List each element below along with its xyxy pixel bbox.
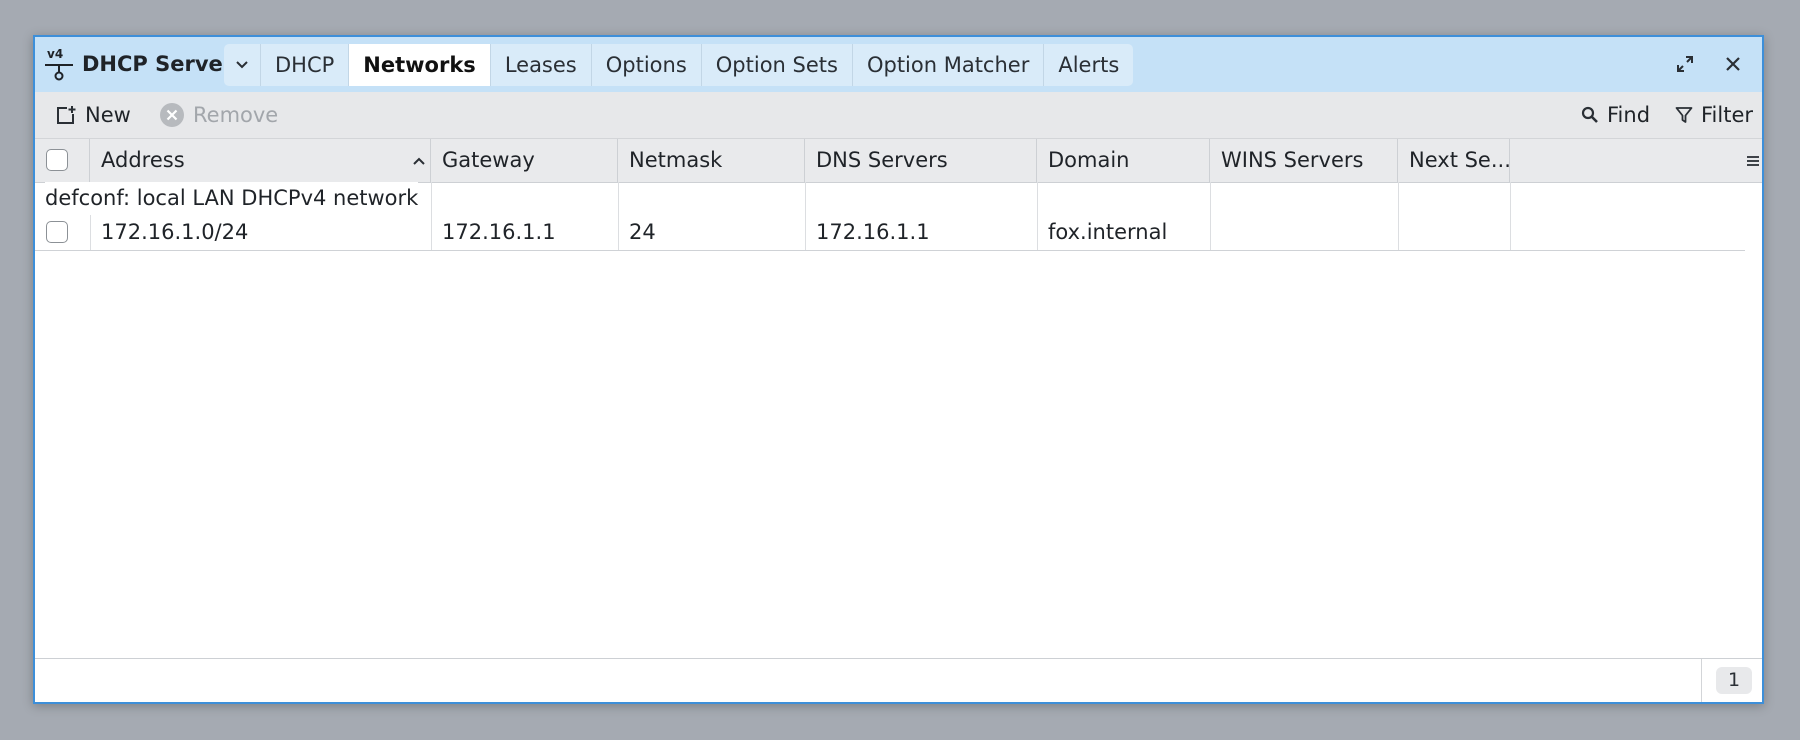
column-header-next-server[interactable]: Next Se... bbox=[1398, 139, 1510, 182]
remove-button-label: Remove bbox=[193, 103, 279, 127]
search-icon bbox=[1581, 106, 1598, 123]
remove-icon bbox=[160, 103, 184, 127]
column-header-address[interactable]: Address bbox=[90, 139, 431, 182]
group-label: defconf: local LAN DHCPv4 network bbox=[45, 182, 419, 215]
column-header-domain[interactable]: Domain bbox=[1037, 139, 1210, 182]
tab-menu-dropdown[interactable] bbox=[224, 44, 261, 86]
svg-text:v4: v4 bbox=[47, 47, 63, 61]
find-button[interactable]: Find bbox=[1581, 92, 1650, 138]
group-row: defconf: local LAN DHCPv4 network bbox=[35, 182, 1745, 215]
status-footer: 1 bbox=[35, 658, 1762, 702]
footer-divider bbox=[1701, 659, 1702, 702]
new-button-label: New bbox=[85, 103, 131, 127]
tab-option-matcher[interactable]: Option Matcher bbox=[853, 44, 1045, 86]
column-header-dns-servers[interactable]: DNS Servers bbox=[805, 139, 1037, 182]
item-count-badge: 1 bbox=[1716, 667, 1752, 694]
tab-bar: DHCP Networks Leases Options Option Sets… bbox=[224, 44, 1134, 86]
title-bar: v4 DHCP Server DHCP Networks Leases Opti… bbox=[35, 37, 1762, 92]
cell-domain: fox.internal bbox=[1048, 220, 1168, 244]
table-row[interactable]: 172.16.1.0/24 172.16.1.1 24 172.16.1.1 f… bbox=[35, 215, 1745, 251]
tab-networks[interactable]: Networks bbox=[349, 44, 491, 86]
column-header-address-label: Address bbox=[101, 148, 185, 172]
remove-button[interactable]: Remove bbox=[159, 92, 278, 138]
tab-option-sets[interactable]: Option Sets bbox=[702, 44, 853, 86]
filter-button-label: Filter bbox=[1701, 103, 1754, 127]
cell-address: 172.16.1.0/24 bbox=[101, 220, 249, 244]
toolbar: New Remove Find Filter bbox=[35, 92, 1762, 139]
sort-ascending-icon bbox=[413, 157, 425, 165]
row-checkbox[interactable] bbox=[46, 221, 68, 243]
column-header-netmask[interactable]: Netmask bbox=[618, 139, 805, 182]
add-item-icon bbox=[57, 106, 76, 124]
tab-alerts[interactable]: Alerts bbox=[1044, 44, 1133, 86]
column-menu-icon[interactable] bbox=[1746, 154, 1760, 168]
select-all-column bbox=[35, 139, 90, 182]
filter-button[interactable]: Filter bbox=[1675, 92, 1753, 138]
dhcp-server-window: v4 DHCP Server DHCP Networks Leases Opti… bbox=[33, 35, 1764, 704]
cell-dns-servers: 172.16.1.1 bbox=[816, 220, 930, 244]
tab-dhcp[interactable]: DHCP bbox=[261, 44, 350, 86]
filter-icon bbox=[1675, 107, 1693, 123]
cell-next-server bbox=[1398, 215, 1510, 250]
table-header: Address Gateway Netmask DNS Servers Doma… bbox=[35, 139, 1762, 183]
v4-network-icon: v4 bbox=[45, 47, 73, 81]
app-title: DHCP Server bbox=[82, 52, 234, 76]
cell-netmask: 24 bbox=[629, 220, 656, 244]
expand-button[interactable] bbox=[1672, 51, 1698, 77]
column-header-wins-servers[interactable]: WINS Servers bbox=[1210, 139, 1398, 182]
find-button-label: Find bbox=[1607, 103, 1651, 127]
close-icon bbox=[1726, 57, 1740, 71]
column-header-gateway[interactable]: Gateway bbox=[431, 139, 618, 182]
close-button[interactable] bbox=[1720, 51, 1746, 77]
tab-options[interactable]: Options bbox=[592, 44, 702, 86]
chevron-down-icon bbox=[236, 61, 248, 69]
tab-leases[interactable]: Leases bbox=[491, 44, 592, 86]
expand-icon bbox=[1677, 56, 1693, 72]
select-all-checkbox[interactable] bbox=[46, 149, 68, 171]
cell-gateway: 172.16.1.1 bbox=[442, 220, 556, 244]
new-button[interactable]: New bbox=[55, 92, 131, 138]
cell-wins-servers bbox=[1210, 215, 1398, 250]
